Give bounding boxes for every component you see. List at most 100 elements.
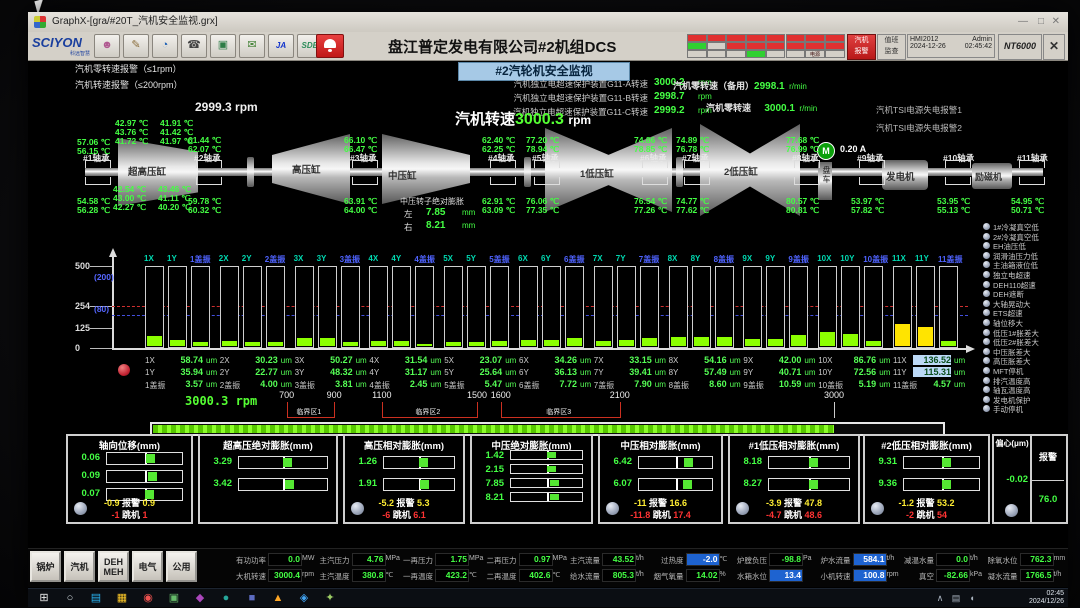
search-icon[interactable]: ○ [62,590,78,606]
vib-axis-y [112,256,114,348]
trip-lo: -4.7 [766,510,782,520]
nav-button-1[interactable]: 锅炉 [30,551,61,582]
vib-bar-outline [766,266,785,348]
tile-unit: t/h [636,555,644,562]
bearing-temp-top: 74.86 ℃ 78.85 ℃ [634,136,667,154]
vib-bar-label: 1盖振 [190,254,210,265]
nav-button-5[interactable]: 公用 [166,551,197,582]
tile-unit: kPa [970,571,982,578]
nav-button-2[interactable]: 汽机 [64,551,95,582]
minimize-button[interactable]: — [1018,12,1028,32]
vib-axis-y-arrow [109,248,117,257]
vib-value: 23.07 [464,355,502,365]
panel-gauge-tick [547,493,549,501]
vib-axis-tick [90,328,112,329]
app-icon-1[interactable]: ▤ [88,590,104,606]
status-tile: 真空-82.66kPa [900,569,983,582]
panel-value: 7.85 [474,478,504,489]
rpm-tick [501,402,502,418]
tray-icon[interactable]: ▤ [949,591,963,605]
bearing-bracket-bottom [352,177,378,185]
tile-unit: t/h [887,555,895,562]
trip-lo: -2 [906,510,914,520]
rpm-bar-fill [153,425,834,433]
app-icon-8[interactable]: ▲ [270,590,286,606]
tile-value: 3000.4 [268,569,302,582]
phone-icon[interactable]: ☎ [181,34,207,58]
nav-button-4[interactable]: 电气 [132,551,163,582]
vib-value: 86.76 [838,355,876,365]
app-icon-9[interactable]: ◈ [296,590,312,606]
ja-icon[interactable]: JA [268,34,294,58]
panel-title: 轴向位移(mm) [68,438,191,452]
vib-value-unit: um [879,368,890,377]
monitor-bezel: GraphX-[gra/#20T_汽机安全监视.grx] — □ ✕ SCIYO… [0,0,1080,608]
panel-value: 8.18 [732,456,762,467]
alarm-bell-icon[interactable] [316,34,344,58]
alarm-label: 报警 [122,498,140,508]
tile-value: 423.2 [435,569,469,582]
vib-value-unit: um [655,368,666,377]
nav-button-3[interactable]: DEH MEH [98,551,129,582]
panel-gauge [383,456,455,469]
alarm-lo: -5.2 [378,498,394,508]
tile-label: 主汽温度 [316,571,350,582]
maximize-button[interactable]: □ [1038,12,1044,32]
app-icon-6[interactable]: ● [218,590,234,606]
status-tile: 减温水量0.0t/h [900,553,983,566]
app-icon-5[interactable]: ◆ [192,590,208,606]
tile-value: 805.3 [602,569,636,582]
turbine-alarm-button[interactable]: 汽机报警 [847,34,876,60]
vib-bar-label: 1Y [167,254,177,263]
panel-gauge-marker [148,472,157,481]
vib-bar-fill [745,339,760,346]
titlebar-close-button[interactable]: ✕ [1052,12,1060,32]
status-tile: 除氧水位762.3mm [984,553,1067,566]
app-icon-4[interactable]: ▣ [166,590,182,606]
vib-value-unit: um [804,356,815,365]
vib-value: 31.54 [389,355,427,365]
mail-icon[interactable]: ✉ [239,34,265,58]
start-button[interactable]: ⊞ [36,590,52,606]
app-icon-2[interactable]: ▦ [114,590,130,606]
app-icon-10[interactable]: ✦ [322,590,338,606]
alarm-lo: -11 [634,498,647,508]
status-tile: 炉水流量584.1t/h [817,553,900,566]
status-tile: 有功功率0.0MW [232,553,315,566]
bearing-bracket-top [85,160,111,168]
vib-value: 22.77 [240,367,278,377]
vib-bar-fill [193,342,208,346]
bearing-temp-top: 57.06 ℃ 56.15 ℃ [77,138,110,156]
vib-bar-fill [941,341,956,346]
rpm-critical-zone-label: 临界区1 [296,407,321,417]
monitor-icon[interactable]: ▣ [210,34,236,58]
app-icon-3[interactable]: ◉ [140,590,156,606]
rpm-critical-zone-line [382,417,477,418]
vib-bar-outline [490,266,509,348]
motor-icon[interactable]: M [817,142,835,160]
close-button[interactable]: ✕ [1043,34,1065,60]
users-icon[interactable]: ☻ [94,34,120,58]
vib-bar-fill [694,337,709,346]
status-tile: 主汽流量43.52t/h [566,553,649,566]
vib-value-unit: um [954,368,965,377]
window-title: GraphX-[gra/#20T_汽机安全监视.grx] [52,12,218,32]
tile-value: 380.8 [352,569,386,582]
tray-icon[interactable]: ◖ [965,591,979,605]
vib-value: 36.13 [539,367,577,377]
bearing-bracket-top [859,160,885,168]
app-icon-7[interactable]: ■ [244,590,260,606]
zero-speed-alarm-label: 汽机零转速报警（≤1rpm） [75,62,181,75]
clock-icon[interactable]: ◔ [152,34,178,58]
bearing-bracket-bottom [859,177,885,185]
tile-unit: ℃ [720,555,728,563]
window-titlebar: GraphX-[gra/#20T_汽机安全监视.grx] — □ ✕ [28,12,1068,33]
alarm-grid-cell [766,42,786,50]
bearing-bracket-top [642,160,668,168]
rpm-value: 3000.3 rpm [185,394,257,408]
rpm-tick-label: 1100 [370,390,394,400]
bearing-bracket-top [490,160,516,168]
edit-icon[interactable]: ✎ [123,34,149,58]
bearing-bracket-bottom [1019,177,1045,185]
tray-icon[interactable]: ∧ [933,591,947,605]
